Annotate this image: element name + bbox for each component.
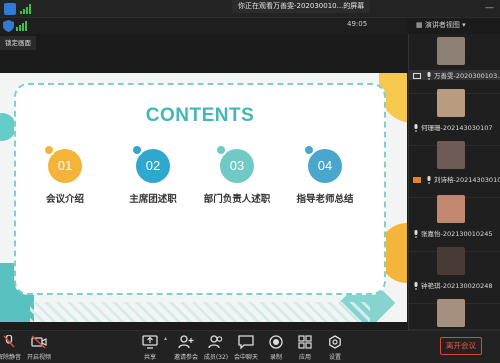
item-number: 02 — [145, 158, 161, 173]
presentation-slide: CONTENTS 01 会议介绍 02 主席团述职 03 部门负责人述职 04 … — [0, 73, 407, 322]
item-label: 指导老师总结 — [296, 194, 354, 205]
status-bar: 你正在观看万善雯-202030010...的屏幕 — — [0, 0, 500, 18]
meeting-timer: 49:05 — [347, 20, 368, 28]
members-button[interactable]: 成员(32) — [199, 335, 233, 361]
chart-icon — [215, 144, 227, 156]
item-label: 会议介绍 — [45, 194, 84, 205]
item-number: 03 — [229, 158, 245, 173]
members-icon — [208, 335, 223, 349]
participant-name-row: 万善雯-2020300103... — [409, 70, 500, 80]
item-number-badge: 01 — [43, 144, 82, 183]
avatar — [437, 195, 465, 223]
video-label: 开启视频 — [26, 354, 51, 361]
camera-off-icon — [31, 335, 47, 349]
gear-icon — [329, 335, 341, 349]
record-icon — [269, 335, 283, 349]
participant-name-row: 刘诗榕-20214303010... — [409, 174, 500, 184]
mic-off-icon — [3, 335, 15, 348]
app-badge-icon — [4, 3, 16, 15]
item-number-badge: 04 — [303, 144, 342, 183]
invite-label: 邀请参会 — [173, 354, 198, 361]
meeting-toolbar: 解除静音 开启视频 共享 ▴ 邀请参会 成员(32) — [0, 330, 500, 363]
participant-name-row: 张嘉怡-202130010245 — [409, 228, 500, 238]
view-mode-selector[interactable]: ▦ 演讲者视图 ▾ — [416, 19, 474, 32]
mic-icon — [427, 176, 431, 184]
network-signal-icon[interactable] — [16, 21, 27, 31]
slide-heading: CONTENTS — [145, 105, 255, 126]
contents-item: 04 指导老师总结 — [280, 144, 370, 205]
participant-name: 何珊珊-202143030107 — [421, 124, 493, 132]
chat-icon — [238, 335, 254, 349]
mic-icon — [414, 124, 418, 132]
contents-item: 01 会议介绍 — [20, 144, 110, 205]
item-label: 部门负责人述职 — [203, 194, 271, 205]
share-screen-icon — [142, 335, 158, 349]
lock-view-button[interactable]: 锁定画面 — [0, 36, 36, 50]
participant-tile[interactable]: 刘诗榕-20214303010... — [409, 138, 500, 198]
participant-name-row: 何珊珊-202143030107 — [409, 122, 500, 132]
avatar — [437, 299, 465, 327]
item-label: 主席团述职 — [129, 194, 177, 205]
participant-name: 张嘉怡-202130010245 — [421, 230, 493, 238]
avatar — [437, 141, 465, 169]
avatar — [437, 89, 465, 117]
apps-label: 应用 — [298, 354, 311, 361]
decoration-stripe — [30, 302, 370, 322]
shared-screen: CONTENTS 01 会议介绍 02 主席团述职 03 部门负责人述职 04 … — [0, 52, 407, 328]
clock-icon — [303, 144, 315, 156]
settings-button[interactable]: 设置 — [318, 335, 352, 361]
participant-tile[interactable]: 万善雯-2020300103... — [409, 34, 500, 94]
participant-name: 钟艳琪-202130020248 — [421, 282, 493, 290]
minimize-button[interactable]: — — [485, 3, 494, 13]
settings-label: 设置 — [328, 354, 341, 361]
participant-tile[interactable]: 何珊珊-202143030107 — [409, 86, 500, 146]
search-icon — [131, 144, 143, 156]
screen-share-title: 你正在观看万善雯-202030010...的屏幕 — [232, 0, 371, 13]
participant-name: 刘诗榕-20214303010... — [434, 176, 500, 184]
share-label: 共享 — [143, 354, 156, 361]
members-label: 成员(32) — [203, 354, 229, 361]
item-number: 01 — [57, 158, 73, 173]
chevron-up-icon[interactable]: ▴ — [164, 335, 167, 342]
item-number-badge: 02 — [131, 144, 170, 183]
invite-button[interactable]: 邀请参会 — [169, 335, 203, 361]
screen-share-icon — [413, 73, 421, 79]
participant-name-row: 钟艳琪-202130020248 — [409, 280, 500, 290]
participant-name: 万善雯-2020300103... — [434, 72, 500, 80]
mic-icon — [427, 72, 431, 80]
leave-meeting-button[interactable]: 离开会议 — [440, 337, 482, 355]
contents-item: 02 主席团述职 — [108, 144, 198, 205]
avatar — [437, 37, 465, 65]
share-button[interactable]: 共享 — [133, 335, 167, 361]
participant-tile[interactable]: 张嘉怡-202130010245 — [409, 192, 500, 252]
signal-icon — [20, 4, 31, 14]
participant-list: 万善雯-2020300103... 何珊珊-202143030107 刘诗榕-2… — [408, 34, 500, 330]
invite-user-icon — [178, 335, 194, 349]
mic-icon — [414, 230, 418, 238]
chat-button[interactable]: 会中聊天 — [229, 335, 263, 361]
chevron-down-icon: ▾ — [462, 21, 466, 29]
apps-icon — [298, 335, 312, 349]
avatar — [437, 247, 465, 275]
participant-tile[interactable]: 钟艳琪-202130020248 — [409, 244, 500, 304]
meeting-info-bar: 49:05 ▦ 演讲者视图 ▾ — [0, 18, 466, 34]
contents-card: CONTENTS 01 会议介绍 02 主席团述职 03 部门负责人述职 04 … — [14, 83, 386, 295]
participant-tile[interactable] — [409, 296, 500, 330]
bulb-icon — [43, 144, 55, 156]
grid-view-icon: ▦ — [416, 21, 425, 29]
screen-share-icon — [413, 177, 421, 183]
item-number: 04 — [317, 158, 333, 173]
chat-label: 会中聊天 — [233, 354, 258, 361]
contents-item: 03 部门负责人述职 — [192, 144, 282, 205]
apps-button[interactable]: 应用 — [288, 335, 322, 361]
mic-icon — [414, 282, 418, 290]
video-button[interactable]: 开启视频 — [22, 335, 56, 361]
shield-icon[interactable] — [3, 20, 14, 32]
item-number-badge: 03 — [215, 144, 254, 183]
view-mode-label: 演讲者视图 — [424, 21, 460, 29]
